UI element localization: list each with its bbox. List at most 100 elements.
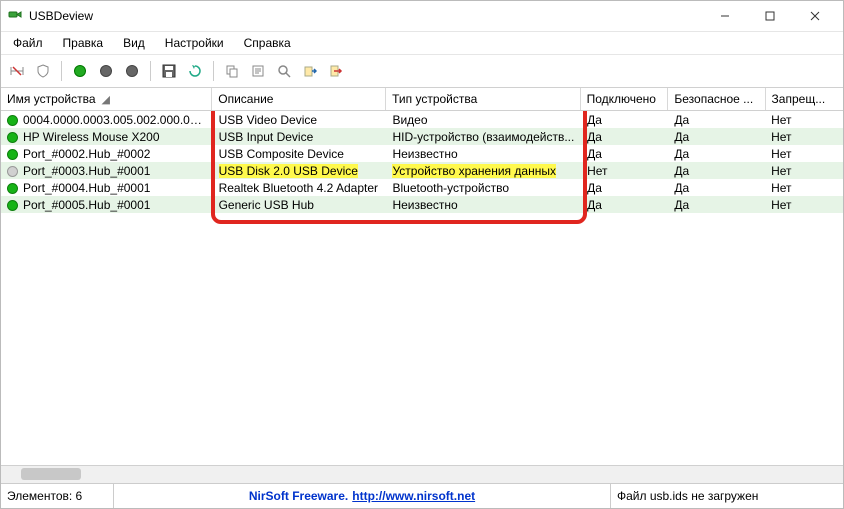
- device-type-text: Bluetooth-устройство: [392, 181, 509, 195]
- circle-red-icon[interactable]: [94, 59, 118, 83]
- device-type-text: Неизвестно: [392, 147, 457, 161]
- toolbar-separator: [61, 61, 62, 81]
- maximize-button[interactable]: [747, 2, 792, 30]
- cell-description: USB Video Device: [213, 113, 387, 127]
- disconnect-icon[interactable]: [5, 59, 29, 83]
- cell-safe: Да: [668, 164, 765, 178]
- cell-description: Generic USB Hub: [213, 198, 387, 212]
- status-count: Элементов: 6: [1, 484, 114, 508]
- menubar: Файл Правка Вид Настройки Справка: [1, 32, 843, 55]
- window-controls: [702, 2, 837, 30]
- cell-description: USB Input Device: [213, 130, 387, 144]
- device-type-text: Неизвестно: [392, 198, 457, 212]
- status-disconnected-icon: [7, 166, 18, 177]
- circle-blue-icon[interactable]: [120, 59, 144, 83]
- cell-device-type: Неизвестно: [386, 198, 581, 212]
- table-row[interactable]: Port_#0002.Hub_#0002 USB Composite Device…: [1, 145, 843, 162]
- app-window: USBDeview Файл Правка Вид Настройки Спра…: [0, 0, 844, 509]
- device-name-text: HP Wireless Mouse X200: [23, 130, 160, 144]
- description-text: USB Input Device: [219, 130, 314, 144]
- cell-denied: Нет: [765, 147, 843, 161]
- status-connected-icon: [7, 132, 18, 143]
- device-type-text: HID-устройство (взаимодейств...: [392, 130, 574, 144]
- cell-description: Realtek Bluetooth 4.2 Adapter: [213, 181, 387, 195]
- cell-device-type: Bluetooth-устройство: [386, 181, 581, 195]
- toolbar-separator: [213, 61, 214, 81]
- cell-device-name: Port_#0003.Hub_#0001: [1, 164, 213, 178]
- device-type-text: Видео: [392, 113, 427, 127]
- col-connected[interactable]: Подключено: [581, 88, 669, 110]
- save-icon[interactable]: [157, 59, 181, 83]
- status-connected-icon: [7, 115, 18, 126]
- status-file: Файл usb.ids не загружен: [611, 484, 843, 508]
- device-type-text: Устройство хранения данных: [392, 164, 555, 178]
- nirsoft-link[interactable]: http://www.nirsoft.net: [352, 489, 475, 503]
- cell-device-type: HID-устройство (взаимодейств...: [386, 130, 581, 144]
- col-description[interactable]: Описание: [212, 88, 386, 110]
- status-file-label: Файл usb.ids не загружен: [617, 489, 758, 503]
- circle-green-icon[interactable]: [68, 59, 92, 83]
- table-header: Имя устройства ◢ Описание Тип устройства…: [1, 88, 843, 111]
- description-text: Realtek Bluetooth 4.2 Adapter: [219, 181, 378, 195]
- status-connected-icon: [7, 149, 18, 160]
- col-label: Подключено: [587, 92, 656, 106]
- statusbar: Элементов: 6 NirSoft Freeware. http://ww…: [1, 483, 843, 508]
- cell-device-type: Неизвестно: [386, 147, 581, 161]
- cell-device-name: Port_#0004.Hub_#0001: [1, 181, 213, 195]
- export-icon[interactable]: [298, 59, 322, 83]
- cell-connected: Да: [581, 130, 668, 144]
- cell-connected: Да: [581, 198, 668, 212]
- menu-edit[interactable]: Правка: [55, 34, 112, 52]
- cell-safe: Да: [668, 147, 765, 161]
- col-label: Имя устройства: [7, 92, 96, 106]
- menu-help[interactable]: Справка: [236, 34, 299, 52]
- horizontal-scrollbar[interactable]: [1, 465, 843, 483]
- col-label: Безопасное ...: [674, 92, 753, 106]
- status-connected-icon: [7, 183, 18, 194]
- close-button[interactable]: [792, 2, 837, 30]
- cell-description: USB Disk 2.0 USB Device: [213, 164, 387, 178]
- device-name-text: Port_#0003.Hub_#0001: [23, 164, 150, 178]
- cell-connected: Да: [581, 147, 668, 161]
- shield-icon[interactable]: [31, 59, 55, 83]
- col-device-type[interactable]: Тип устройства: [386, 88, 580, 110]
- device-name-text: Port_#0005.Hub_#0001: [23, 198, 150, 212]
- window-title: USBDeview: [29, 9, 93, 23]
- cell-denied: Нет: [765, 164, 843, 178]
- cell-device-type: Устройство хранения данных: [386, 164, 581, 178]
- table-row[interactable]: HP Wireless Mouse X200 USB Input Device HI…: [1, 128, 843, 145]
- nirsoft-label: NirSoft Freeware.: [249, 489, 348, 503]
- col-device-name[interactable]: Имя устройства ◢: [1, 88, 212, 110]
- cell-safe: Да: [668, 130, 765, 144]
- col-denied[interactable]: Запрещ...: [766, 88, 843, 110]
- table-body: 0004.0000.0003.005.002.000.000.0...USB V…: [1, 111, 843, 465]
- minimize-button[interactable]: [702, 2, 747, 30]
- titlebar: USBDeview: [1, 1, 843, 32]
- col-safe[interactable]: Безопасное ...: [668, 88, 765, 110]
- cell-denied: Нет: [765, 198, 843, 212]
- description-text: USB Disk 2.0 USB Device: [219, 164, 358, 178]
- menu-view[interactable]: Вид: [115, 34, 153, 52]
- cell-denied: Нет: [765, 181, 843, 195]
- menu-file[interactable]: Файл: [5, 34, 51, 52]
- cell-device-name: Port_#0002.Hub_#0002: [1, 147, 213, 161]
- status-count-label: Элементов: 6: [7, 489, 82, 503]
- description-text: USB Composite Device: [219, 147, 344, 161]
- col-label: Описание: [218, 92, 273, 106]
- cell-device-name: Port_#0005.Hub_#0001: [1, 198, 213, 212]
- refresh-icon[interactable]: [183, 59, 207, 83]
- properties-icon[interactable]: [246, 59, 270, 83]
- table-row[interactable]: Port_#0003.Hub_#0001 USB Disk 2.0 USB Dev…: [1, 162, 843, 179]
- cell-safe: Да: [668, 181, 765, 195]
- col-label: Тип устройства: [392, 92, 477, 106]
- table-row[interactable]: Port_#0005.Hub_#0001 Generic USB Hub Неизв…: [1, 196, 843, 213]
- exit-icon[interactable]: [324, 59, 348, 83]
- sort-indicator-icon: ◢: [102, 93, 110, 106]
- cell-device-type: Видео: [386, 113, 581, 127]
- scrollbar-thumb[interactable]: [21, 468, 81, 480]
- find-icon[interactable]: [272, 59, 296, 83]
- table-row[interactable]: Port_#0004.Hub_#0001 Realtek Bluetooth 4.…: [1, 179, 843, 196]
- copy-icon[interactable]: [220, 59, 244, 83]
- menu-settings[interactable]: Настройки: [157, 34, 232, 52]
- table-row[interactable]: 0004.0000.0003.005.002.000.000.0...USB V…: [1, 111, 843, 128]
